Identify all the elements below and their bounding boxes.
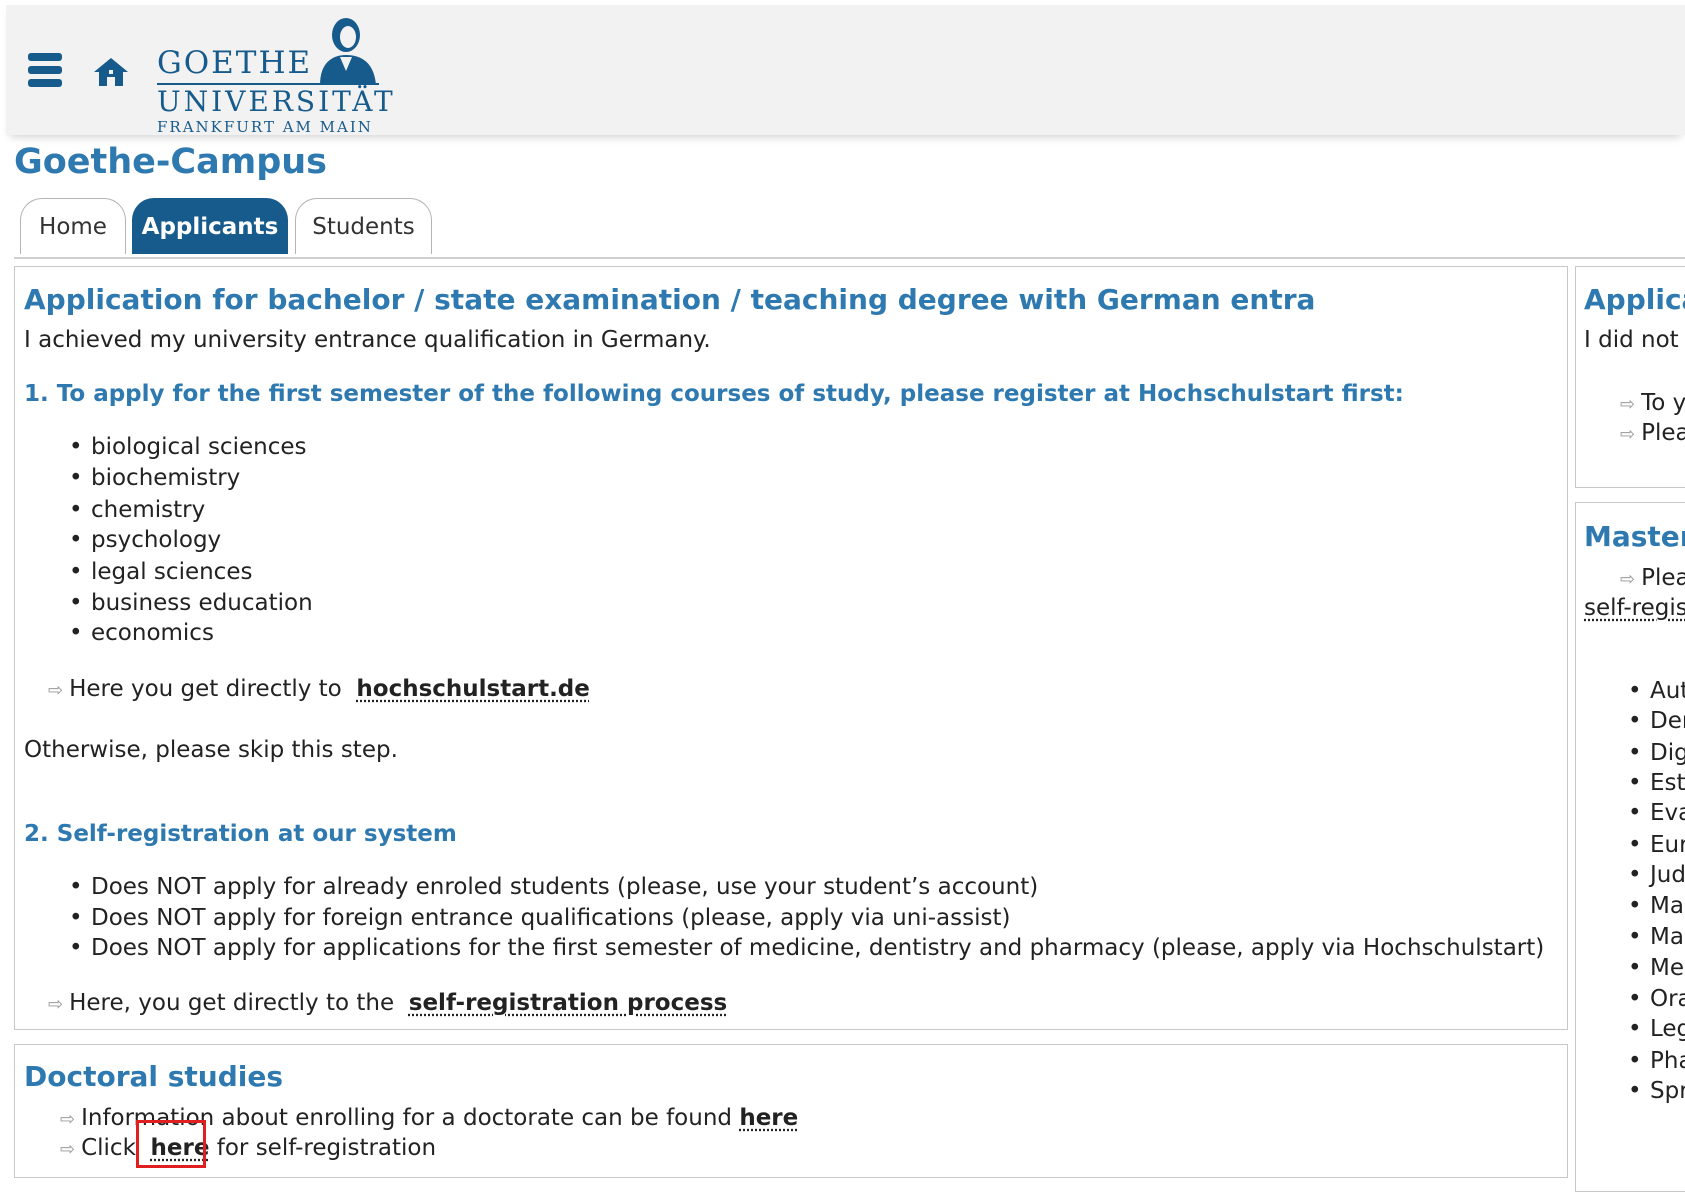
- master-course-item: Jud: [1628, 862, 1685, 888]
- hamburger-menu-icon[interactable]: [28, 53, 62, 87]
- master-course-item: Ora: [1628, 986, 1685, 1012]
- master-line: ⇨ Plea: [1620, 565, 1685, 591]
- goethe-bust-icon: [320, 18, 376, 85]
- arrow-right-icon: ⇨: [1620, 424, 1636, 445]
- step1-title: 1. To apply for the first semester of th…: [24, 381, 1404, 407]
- note-item: Does NOT apply for foreign entrance qual…: [69, 905, 1010, 931]
- master-course-item: Der: [1628, 708, 1685, 734]
- master-course-item: Ma: [1628, 924, 1684, 950]
- master-course-item: Leg: [1628, 1016, 1685, 1042]
- master-course-item: Eva: [1628, 800, 1685, 826]
- course-item: psychology: [69, 527, 221, 553]
- tab-applicants[interactable]: Applicants: [132, 198, 288, 254]
- arrow-right-icon: ⇨: [1620, 394, 1636, 415]
- note-item: Does NOT apply for applications for the …: [69, 935, 1544, 961]
- tab-home[interactable]: Home: [20, 198, 126, 254]
- arrow-right-icon: ⇨: [1620, 569, 1636, 590]
- master-self-registration-link[interactable]: self-regist: [1584, 595, 1685, 621]
- master-course-item: Eur: [1628, 832, 1685, 858]
- course-item: biochemistry: [69, 465, 240, 491]
- tab-divider: [14, 257, 1685, 259]
- master-course-item: Ma: [1628, 893, 1684, 919]
- master-course-item: Me: [1628, 955, 1684, 981]
- bachelor-intro: I achieved my university entrance qualif…: [24, 327, 711, 353]
- home-icon[interactable]: [92, 55, 130, 89]
- note-item: Does NOT apply for already enroled stude…: [69, 874, 1038, 900]
- hochschulstart-link[interactable]: hochschulstart.de: [356, 676, 589, 702]
- master-course-item: Aut: [1628, 678, 1685, 704]
- arrow-right-icon: ⇨: [48, 994, 64, 1015]
- course-item: business education: [69, 590, 313, 616]
- self-registration-link[interactable]: self-registration process: [409, 990, 727, 1016]
- master-course-item: Dig: [1628, 740, 1685, 766]
- bachelor-title: Application for bachelor / state examina…: [24, 283, 1316, 316]
- hochschulstart-line: ⇨ Here you get directly to hochschulstart…: [48, 676, 590, 702]
- arrow-right-icon: ⇨: [48, 680, 64, 701]
- page-title: Goethe-Campus: [14, 142, 328, 182]
- course-item: economics: [69, 620, 214, 646]
- university-logo[interactable]: GOETHE UNIVERSITÄT FRANKFURT AM MAIN: [152, 11, 393, 136]
- step2-title: 2. Self-registration at our system: [24, 821, 457, 847]
- foreign-application-intro: I did not a: [1584, 327, 1685, 353]
- logo-goethe-text: GOETHE: [157, 45, 313, 81]
- skip-step-text: Otherwise, please skip this step.: [24, 737, 398, 763]
- logo-frankfurt-text: FRANKFURT AM MAIN: [157, 118, 373, 136]
- master-title: Master: [1584, 520, 1685, 553]
- highlight-box: [136, 1120, 206, 1168]
- master-course-item: Est: [1628, 770, 1685, 796]
- doctorate-info-link[interactable]: here: [739, 1105, 798, 1131]
- tab-students[interactable]: Students: [295, 198, 432, 254]
- course-item: biological sciences: [69, 434, 307, 460]
- doctorate-self-registration-line: ⇨ Click here for self-registration: [60, 1135, 437, 1161]
- course-item: legal sciences: [69, 559, 253, 585]
- course-item: chemistry: [69, 497, 205, 523]
- foreign-application-line: ⇨ To y: [1620, 390, 1685, 416]
- arrow-right-icon: ⇨: [60, 1109, 76, 1130]
- doctoral-title: Doctoral studies: [24, 1060, 284, 1093]
- self-registration-line: ⇨ Here, you get directly to the self-regi…: [48, 990, 728, 1016]
- site-header: GOETHE UNIVERSITÄT FRANKFURT AM MAIN: [6, 5, 1685, 136]
- foreign-application-line: ⇨ Plea: [1620, 420, 1685, 446]
- master-course-item: Spr: [1628, 1078, 1685, 1104]
- logo-universitaet-text: UNIVERSITÄT: [157, 85, 396, 118]
- arrow-right-icon: ⇨: [60, 1139, 76, 1160]
- master-course-item: Pha: [1628, 1048, 1685, 1074]
- foreign-application-title: Applicat: [1584, 283, 1685, 316]
